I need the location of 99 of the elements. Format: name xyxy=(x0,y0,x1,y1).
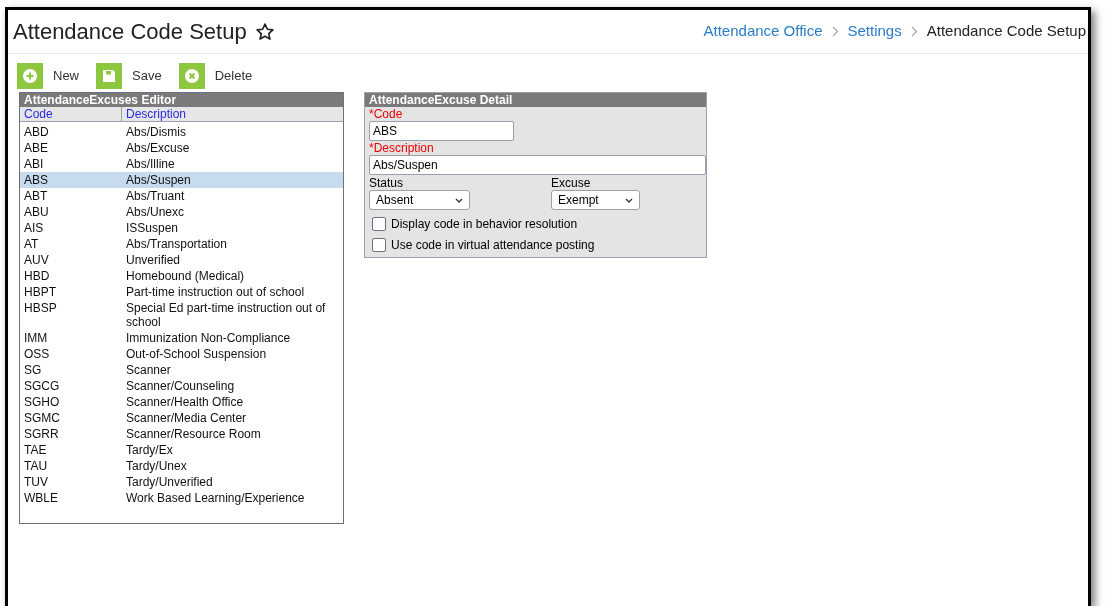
table-row[interactable]: HBSP Special Ed part-time instruction out of school xyxy=(20,300,343,330)
checkbox[interactable] xyxy=(372,237,386,252)
table-cell-text: Tardy/Unex xyxy=(125,458,188,474)
checkbox-label: Display code in behavior resolution xyxy=(391,215,578,233)
table-cell-text: SGMC xyxy=(23,410,61,426)
new-button[interactable]: New xyxy=(17,63,79,89)
table-row[interactable]: ABE Abs/Excuse xyxy=(20,140,343,156)
table-cell-text: TUV xyxy=(23,474,49,490)
field-label: *Description xyxy=(369,141,435,155)
table-cell-text: TAU xyxy=(23,458,49,474)
status-dropdown[interactable]: Absent xyxy=(369,190,470,210)
panel-title: AttendanceExcuses Editor xyxy=(20,93,343,107)
excuse-dropdown[interactable]: Exempt xyxy=(551,190,640,210)
table-cell-text: Abs/Unexc xyxy=(125,204,186,220)
table-cell-text: IMM xyxy=(23,330,49,346)
table-row[interactable]: ABU Abs/Unexc xyxy=(20,204,343,220)
table-cell-text: SG xyxy=(23,362,43,378)
table-cell-text: Out-of-School Suspension xyxy=(125,346,268,362)
table-cell-text: Scanner/Health Office xyxy=(125,394,245,410)
table-cell-text: HBPT xyxy=(23,284,57,300)
table-cell-text: ABU xyxy=(23,204,50,220)
table-row[interactable]: TAU Tardy/Unex xyxy=(20,458,343,474)
caret-icon xyxy=(455,197,463,203)
table-cell-text: Tardy/Ex xyxy=(125,442,174,458)
breadcrumb-link[interactable]: Attendance Office xyxy=(703,20,823,43)
table-cell-text: HBSP xyxy=(23,300,58,317)
delete-button[interactable]: Delete xyxy=(178,63,253,89)
caret-icon xyxy=(625,197,633,203)
table-cell-text: Scanner/Counseling xyxy=(125,378,236,394)
table-cell-text: OSS xyxy=(23,346,51,362)
table-cell-text: Work Based Learning/Experience xyxy=(125,490,306,506)
table-row[interactable]: ABT Abs/Truant xyxy=(20,188,343,204)
table-cell-text: Abs/Transportation xyxy=(125,236,228,252)
column-header[interactable]: Description xyxy=(122,107,191,121)
table-cell-text: ABT xyxy=(23,188,49,204)
table-cell-text: ISSuspen xyxy=(125,220,180,236)
table-cell-text: Special Ed part-time instruction out of school xyxy=(125,300,327,330)
table-cell-text: AUV xyxy=(23,252,50,268)
table-cell-text: SGCG xyxy=(23,378,61,394)
table-cell-text: ABI xyxy=(23,156,45,172)
table-cell-text: SGHO xyxy=(23,394,61,410)
table-row[interactable]: HBD Homebound (Medical) xyxy=(20,268,343,284)
breadcrumb-current: Attendance Code Setup xyxy=(926,21,1086,42)
x-circle-icon xyxy=(183,68,200,84)
table-row[interactable]: TAE Tardy/Ex xyxy=(20,442,343,458)
field-label: *Code xyxy=(369,107,404,121)
table-row[interactable]: OSS Out-of-School Suspension xyxy=(20,346,343,362)
table-cell-text: SGRR xyxy=(23,426,60,442)
checkbox-label: Use code in virtual attendance posting xyxy=(391,236,595,254)
table-row[interactable]: HBPT Part-time instruction out of school xyxy=(20,284,343,300)
table-cell-text: ABS xyxy=(23,172,49,188)
table-row[interactable]: SGRR Scanner/Resource Room xyxy=(20,426,343,442)
chevron-icon xyxy=(831,26,839,37)
table-cell-text: ABD xyxy=(23,124,50,140)
table-row[interactable]: IMM Immunization Non-Compliance xyxy=(20,330,343,346)
table-row[interactable]: SG Scanner xyxy=(20,362,343,378)
table-row[interactable]: AT Abs/Transportation xyxy=(20,236,343,252)
table-cell-text: TAE xyxy=(23,442,48,458)
table-row[interactable]: ABS Abs/Suspen xyxy=(20,172,343,188)
panel-title: AttendanceExcuse Detail xyxy=(365,93,706,107)
checkbox[interactable] xyxy=(372,216,386,231)
table-cell-text: Scanner xyxy=(125,362,172,378)
table-row[interactable]: ABD Abs/Dismis xyxy=(20,124,343,140)
table-cell-text: Immunization Non-Compliance xyxy=(125,330,292,346)
plus-icon xyxy=(22,68,38,84)
table-cell-text: ABE xyxy=(23,140,49,156)
field-label: Excuse xyxy=(551,176,592,190)
table-row[interactable]: SGCG Scanner/Counseling xyxy=(20,378,343,394)
field-label: Status xyxy=(369,176,405,190)
table-cell-text: AT xyxy=(23,236,40,252)
table-row[interactable]: AUV Unverified xyxy=(20,252,343,268)
table-row[interactable]: AIS ISSuspen xyxy=(20,220,343,236)
table-cell-text: AIS xyxy=(23,220,45,236)
table-row[interactable]: SGHO Scanner/Health Office xyxy=(20,394,343,410)
table-row[interactable]: TUV Tardy/Unverified xyxy=(20,474,343,490)
table-cell-text: Homebound (Medical) xyxy=(125,268,246,284)
table-cell-text: Scanner/Resource Room xyxy=(125,426,262,442)
code-field[interactable]: ABS xyxy=(369,121,514,141)
table-row[interactable]: ABI Abs/Illine xyxy=(20,156,343,172)
chevron-icon xyxy=(910,26,918,37)
save-button[interactable]: Save xyxy=(96,63,162,89)
table-cell-text: Abs/Suspen xyxy=(125,172,192,188)
table-cell-text: Scanner/Media Center xyxy=(125,410,248,426)
column-header[interactable]: Code xyxy=(20,107,122,121)
table-row[interactable]: WBLE Work Based Learning/Experience xyxy=(20,490,343,506)
table-cell-text: HBD xyxy=(23,268,51,284)
table-cell-text: Tardy/Unverified xyxy=(125,474,214,490)
table-cell-text: Abs/Truant xyxy=(125,188,186,204)
table-cell-text: Unverified xyxy=(125,252,182,268)
table-cell-text: WBLE xyxy=(23,490,59,506)
star-icon[interactable] xyxy=(254,21,275,42)
description-field[interactable]: Abs/Suspen xyxy=(369,155,706,175)
page-title: Attendance Code Setup xyxy=(13,18,247,46)
table-cell-text: Part-time instruction out of school xyxy=(125,284,306,300)
table-cell-text: Abs/Excuse xyxy=(125,140,191,156)
table-cell-text: Abs/Illine xyxy=(125,156,176,172)
table-row[interactable]: SGMC Scanner/Media Center xyxy=(20,410,343,426)
breadcrumb-link[interactable]: Settings xyxy=(847,20,902,43)
table-cell-text: Abs/Dismis xyxy=(125,124,187,140)
